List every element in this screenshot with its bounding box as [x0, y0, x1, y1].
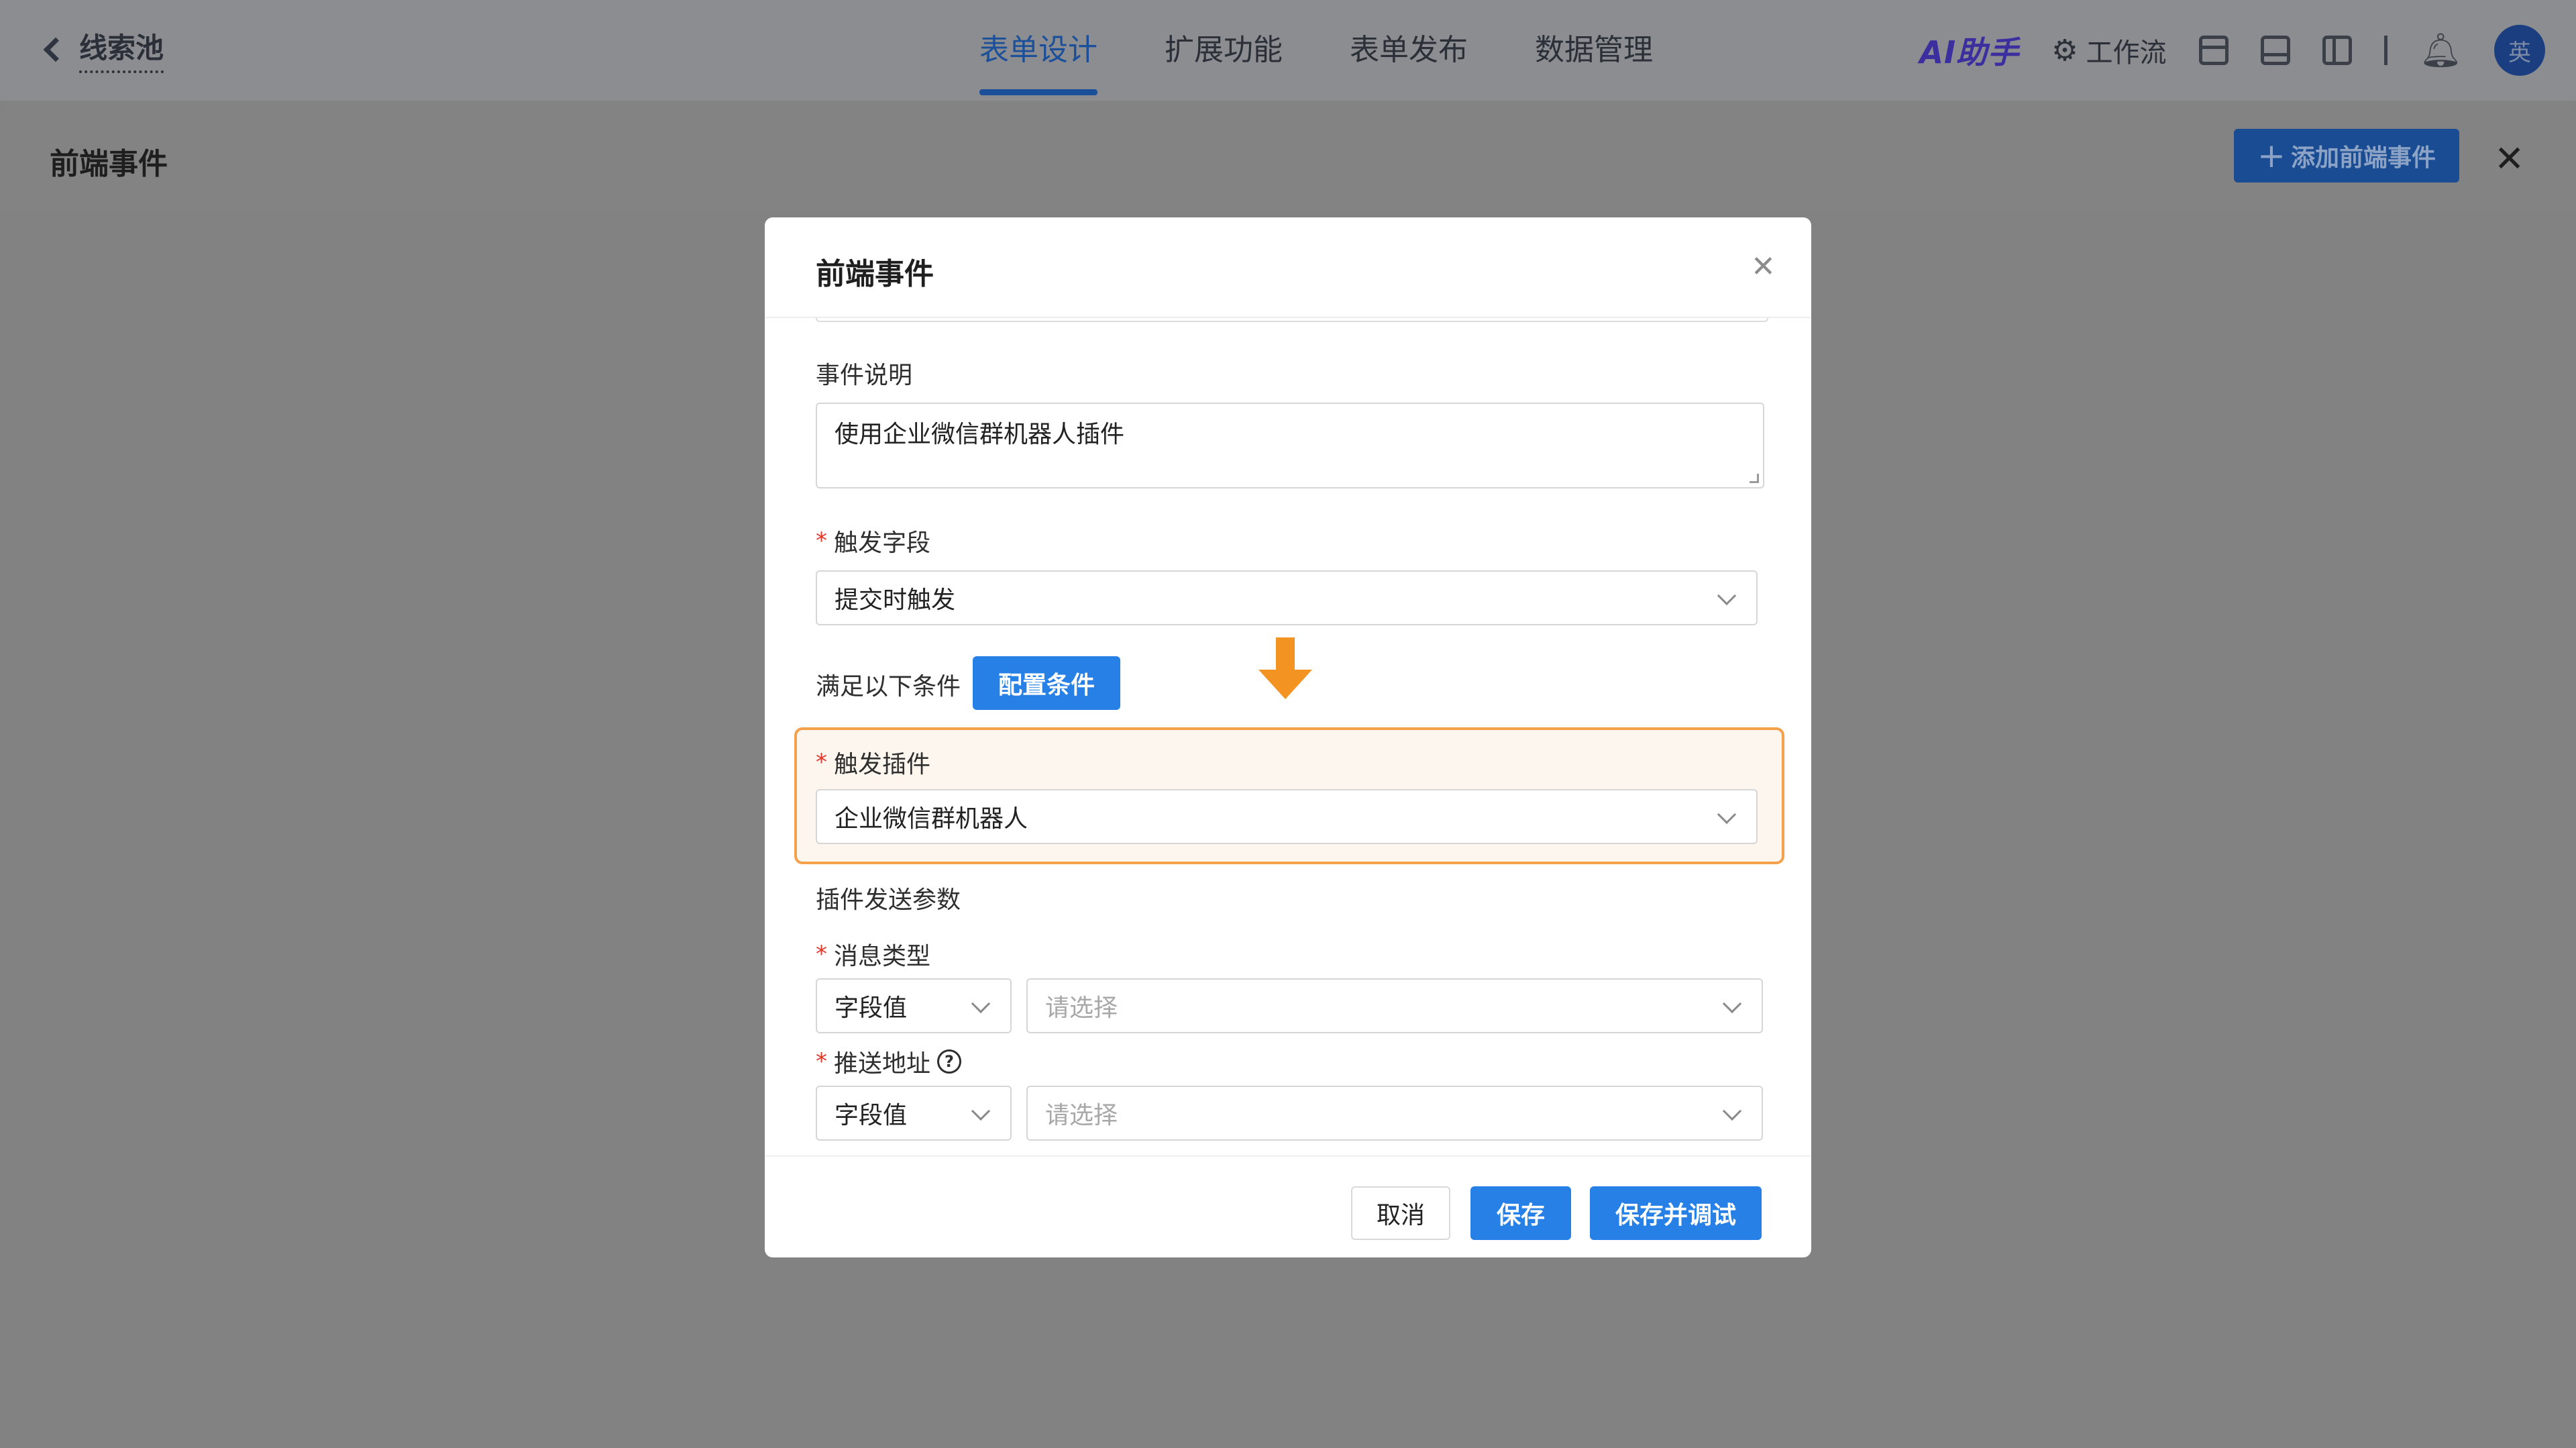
top-navbar: 线索池 表单设计 扩展功能 表单发布 数据管理 AI助手 ⚙ 工作流 🔔︎ 英	[0, 0, 2576, 101]
chevron-down-icon	[1722, 994, 1742, 1014]
trigger-field-select[interactable]: 提交时触发	[816, 570, 1758, 625]
trigger-plugin-label: * 触发插件	[816, 745, 930, 780]
tab-extensions[interactable]: 扩展功能	[1131, 0, 1316, 101]
push-url-label-text: 推送地址	[834, 1050, 931, 1078]
chevron-down-icon	[1717, 586, 1737, 606]
dialog-title: 前端事件	[816, 257, 934, 291]
config-condition-button[interactable]: 配置条件	[973, 656, 1120, 710]
trigger-field-value: 提交时触发	[835, 586, 956, 614]
trigger-plugin-label-text: 触发插件	[834, 751, 931, 778]
store-icon[interactable]	[2198, 36, 2229, 65]
push-url-placeholder: 请选择	[1045, 1102, 1118, 1129]
msg-type-label: * 消息类型	[816, 937, 930, 972]
workflow-label: 工作流	[2086, 38, 2167, 68]
msg-type-label-text: 消息类型	[834, 943, 931, 970]
required-mark: *	[816, 749, 827, 776]
add-frontend-event-button[interactable]: + 添加前端事件	[2234, 129, 2459, 183]
resize-handle-icon[interactable]	[1750, 474, 1759, 483]
event-desc-value: 使用企业微信群机器人插件	[835, 421, 1125, 448]
required-mark: *	[816, 941, 827, 968]
arrow-stem	[1276, 637, 1295, 671]
msg-type-value-select[interactable]: 请选择	[1026, 978, 1763, 1033]
chevron-down-icon	[1717, 805, 1737, 825]
push-url-source-select[interactable]: 字段值	[816, 1086, 1012, 1141]
save-button[interactable]: 保存	[1470, 1186, 1571, 1240]
trigger-plugin-select[interactable]: 企业微信群机器人	[816, 789, 1758, 844]
workflow-button[interactable]: ⚙ 工作流	[2051, 31, 2166, 70]
event-desc-label-text: 事件说明	[816, 362, 913, 389]
tab-data-management[interactable]: 数据管理	[1501, 0, 1686, 101]
msg-type-source-select[interactable]: 字段值	[816, 978, 1012, 1033]
dialog-header: 前端事件 ✕	[765, 217, 1811, 318]
panel-icon[interactable]	[2322, 36, 2352, 65]
tab-form-design[interactable]: 表单设计	[946, 0, 1131, 101]
ai-helper-button[interactable]: AI助手	[1919, 28, 2019, 72]
plugin-params-label-text: 插件发送参数	[816, 886, 961, 914]
trigger-field-label: * 触发字段	[816, 523, 930, 558]
close-icon[interactable]: ✕	[1751, 252, 1776, 282]
arrow-head	[1258, 670, 1312, 699]
trigger-plugin-value: 企业微信群机器人	[835, 805, 1028, 833]
push-url-source-value: 字段值	[835, 1102, 908, 1129]
msg-type-source-value: 字段值	[835, 994, 908, 1022]
scrolled-field-edge	[816, 318, 1768, 322]
push-url-label: * 推送地址 ?	[816, 1044, 962, 1079]
book-icon[interactable]	[2260, 36, 2290, 65]
trigger-field-label-text: 触发字段	[834, 529, 931, 557]
drawer-header: 前端事件 + 添加前端事件 ✕	[0, 101, 2576, 212]
plugin-params-label: 插件发送参数	[816, 880, 961, 915]
bell-icon[interactable]: 🔔︎	[2420, 31, 2462, 70]
help-icon[interactable]: ?	[937, 1049, 962, 1074]
avatar[interactable]: 英	[2494, 25, 2545, 76]
event-desc-textarea[interactable]: 使用企业微信群机器人插件	[816, 403, 1764, 488]
chevron-down-icon	[971, 994, 991, 1014]
msg-type-placeholder: 请选择	[1045, 994, 1118, 1022]
condition-label-text: 满足以下条件	[816, 673, 961, 701]
event-desc-label: 事件说明	[816, 356, 912, 391]
condition-label: 满足以下条件	[816, 667, 961, 702]
push-url-value-select[interactable]: 请选择	[1026, 1086, 1763, 1141]
app-title: 线索池	[79, 25, 164, 73]
chevron-down-icon	[971, 1101, 991, 1121]
workflow-icon: ⚙	[2051, 33, 2078, 68]
chevron-down-icon	[1722, 1101, 1742, 1121]
frontend-event-dialog: 前端事件 ✕ 事件说明 使用企业微信群机器人插件 * 触发字段 提交时触发 满足…	[765, 217, 1811, 1257]
add-frontend-event-label: 添加前端事件	[2290, 144, 2436, 172]
required-mark: *	[816, 527, 827, 554]
plus-icon: +	[2257, 136, 2286, 175]
save-and-debug-button[interactable]: 保存并调试	[1590, 1186, 1762, 1240]
drawer-title: 前端事件	[50, 147, 168, 181]
close-icon[interactable]: ✕	[2494, 141, 2524, 177]
back-button[interactable]: 线索池	[38, 25, 164, 73]
tab-form-publish[interactable]: 表单发布	[1316, 0, 1501, 101]
chevron-left-icon	[43, 37, 68, 62]
right-nav: AI助手 ⚙ 工作流 🔔︎ 英	[1919, 20, 2545, 81]
cancel-button[interactable]: 取消	[1351, 1186, 1450, 1240]
arrow-down-icon	[1258, 637, 1312, 701]
nav-divider	[2383, 36, 2387, 65]
dialog-footer-divider	[765, 1155, 1811, 1157]
main-tabs: 表单设计 扩展功能 表单发布 数据管理	[946, 0, 1686, 101]
required-mark: *	[816, 1048, 827, 1075]
